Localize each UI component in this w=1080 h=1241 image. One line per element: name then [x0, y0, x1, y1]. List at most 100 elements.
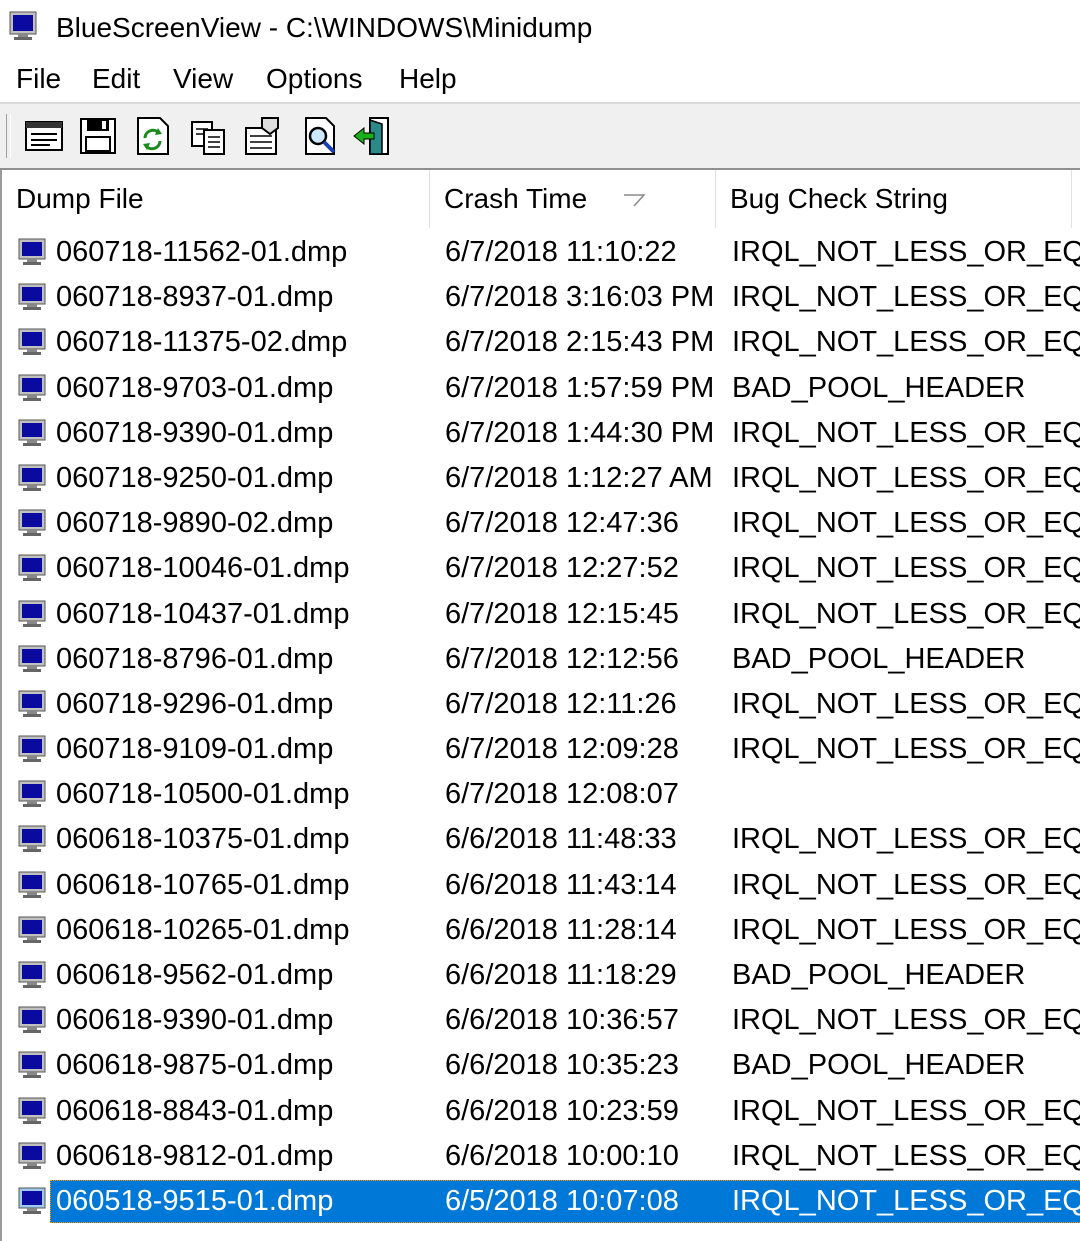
table-row[interactable]: 060718-8796-01.dmp 6/7/2018 12:12:56 BAD_P…	[2, 637, 1080, 682]
column-header-bug-check-string[interactable]: Bug Check String	[716, 170, 1072, 228]
copy-button[interactable]	[186, 114, 230, 158]
cell-dump-file: 060718-9109-01.dmp	[56, 733, 334, 766]
cell-bug-check-string: IRQL_NOT_LESS_OR_EQ	[732, 1184, 1080, 1217]
cell-dump-file: 060618-9562-01.dmp	[56, 959, 334, 991]
table-row[interactable]: 060718-10500-01.dmp 6/7/2018 12:08:07	[2, 772, 1080, 817]
html-report-button[interactable]	[22, 114, 66, 158]
dump-file-icon	[18, 1097, 46, 1124]
table-row[interactable]: 060618-9812-01.dmp 6/6/2018 10:00:10 IRQL_…	[2, 1134, 1080, 1179]
find-icon	[305, 117, 336, 155]
cell-dump-file: 060718-9890-02.dmp	[56, 507, 334, 540]
table-row[interactable]: 060718-9890-02.dmp 6/7/2018 12:47:36 IRQL_…	[2, 501, 1080, 546]
table-row[interactable]: 060718-9390-01.dmp 6/7/2018 1:44:30 PM IRQ…	[2, 411, 1080, 456]
table-row[interactable]: 060718-11375-02.dmp 6/7/2018 2:15:43 PM IR…	[2, 320, 1080, 365]
save-button[interactable]	[76, 114, 120, 158]
cell-crash-time: 6/7/2018 11:10:22	[445, 236, 677, 268]
cell-crash-time: 6/7/2018 1:57:59 PM	[445, 371, 715, 404]
menu-help[interactable]: Help	[399, 62, 457, 96]
table-row[interactable]: 060618-10765-01.dmp 6/6/2018 11:43:14 IRQL…	[2, 863, 1080, 908]
cell-bug-check-string: BAD_POOL_HEADER	[732, 371, 1026, 404]
cell-bug-check-string: IRQL_NOT_LESS_OR_EQ	[732, 1004, 1080, 1037]
dump-file-icon	[18, 690, 46, 717]
table-row[interactable]: 060718-9703-01.dmp 6/7/2018 1:57:59 PM BAD…	[2, 366, 1080, 411]
cell-bug-check-string: IRQL_NOT_LESS_OR_EQ	[732, 552, 1080, 585]
cell-crash-time: 6/6/2018 10:36:57	[445, 1004, 679, 1037]
table-row[interactable]: 060718-9296-01.dmp 6/7/2018 12:11:26 IRQL_…	[2, 682, 1080, 727]
dump-file-icon	[18, 1187, 46, 1214]
cell-crash-time: 6/7/2018 12:15:45	[445, 597, 679, 630]
table-row[interactable]: 060618-9875-01.dmp 6/6/2018 10:35:23 BAD_P…	[2, 1043, 1080, 1088]
table-row[interactable]: 060618-10375-01.dmp 6/6/2018 11:48:33 IRQL…	[2, 817, 1080, 862]
cell-crash-time: 6/7/2018 12:12:56	[445, 642, 679, 675]
properties-icon	[245, 117, 279, 155]
dump-file-icon	[18, 600, 46, 627]
dump-file-icon	[18, 238, 46, 265]
menu-bar: File Edit View Options Help	[0, 56, 1080, 102]
cell-crash-time: 6/7/2018 2:15:43 PM	[445, 326, 715, 359]
sort-descending-icon	[624, 194, 646, 207]
find-button[interactable]	[298, 114, 342, 158]
refresh-button[interactable]	[130, 114, 174, 158]
column-header-dump-file[interactable]: Dump File	[2, 170, 430, 228]
cell-bug-check-string: IRQL_NOT_LESS_OR_EQ	[732, 416, 1080, 449]
cell-bug-check-string: IRQL_NOT_LESS_OR_EQ	[732, 1139, 1080, 1172]
monitor-icon	[9, 11, 37, 40]
cell-crash-time: 6/7/2018 1:44:30 PM	[445, 416, 715, 449]
cell-dump-file: 060618-9390-01.dmp	[56, 1004, 334, 1037]
dump-file-icon	[18, 464, 46, 491]
exit-button[interactable]	[352, 114, 396, 158]
column-header-crash-time[interactable]: Crash Time	[430, 170, 716, 228]
exit-icon	[353, 117, 389, 155]
table-row[interactable]: 060718-11562-01.dmp 6/7/2018 11:10:22 IRQL…	[2, 230, 1080, 275]
dump-file-icon	[18, 283, 46, 311]
dump-file-icon	[18, 374, 46, 401]
toolbar-grip[interactable]	[6, 114, 11, 158]
cell-bug-check-string: IRQL_NOT_LESS_OR_EQ	[732, 597, 1080, 630]
cell-dump-file: 060718-10500-01.dmp	[56, 778, 350, 811]
dump-list[interactable]: Dump File Crash Time Bug Check String 06…	[0, 170, 1080, 1241]
cell-bug-check-string: BAD_POOL_HEADER	[732, 642, 1026, 675]
dump-file-icon	[18, 1142, 46, 1169]
dump-file-icon	[18, 780, 46, 808]
properties-button[interactable]	[240, 114, 284, 158]
dump-file-icon	[18, 916, 46, 943]
dump-file-icon	[18, 328, 46, 356]
menu-view[interactable]: View	[173, 62, 233, 96]
cell-bug-check-string: BAD_POOL_HEADER	[732, 959, 1026, 991]
cell-bug-check-string: IRQL_NOT_LESS_OR_EQ	[732, 326, 1080, 359]
table-row[interactable]: 060618-9390-01.dmp 6/6/2018 10:36:57 IRQL_…	[2, 998, 1080, 1043]
dump-file-icon	[18, 554, 46, 582]
dump-file-icon	[18, 509, 46, 537]
table-row[interactable]: 060518-9515-01.dmp 6/5/2018 10:07:08 IRQL_…	[2, 1179, 1080, 1224]
title-bar: BlueScreenView - C:\WINDOWS\Minidump	[0, 0, 1080, 56]
table-row[interactable]: 060718-9250-01.dmp 6/7/2018 1:12:27 AM IRQ…	[2, 456, 1080, 501]
cell-crash-time: 6/6/2018 10:00:10	[445, 1139, 679, 1172]
table-row[interactable]: 060618-10265-01.dmp 6/6/2018 11:28:14 IRQL…	[2, 908, 1080, 953]
cell-dump-file: 060718-9390-01.dmp	[56, 416, 334, 449]
cell-crash-time: 6/7/2018 12:09:28	[445, 733, 679, 766]
menu-edit[interactable]: Edit	[92, 62, 140, 96]
table-row[interactable]: 060718-8937-01.dmp 6/7/2018 3:16:03 PM IRQ…	[2, 275, 1080, 320]
dump-file-icon	[18, 871, 46, 898]
menu-options[interactable]: Options	[266, 62, 363, 96]
cell-crash-time: 6/7/2018 3:16:03 PM	[445, 281, 715, 314]
cell-crash-time: 6/7/2018 12:11:26	[445, 687, 677, 720]
menu-file[interactable]: File	[16, 62, 61, 96]
html-report-icon	[25, 121, 63, 151]
cell-dump-file: 060718-11375-02.dmp	[56, 326, 348, 359]
cell-dump-file: 060718-9296-01.dmp	[56, 687, 334, 720]
dump-file-icon	[18, 419, 46, 446]
cell-dump-file: 060718-9703-01.dmp	[56, 371, 334, 404]
table-row[interactable]: 060618-9562-01.dmp 6/6/2018 11:18:29 BAD_P…	[2, 953, 1080, 998]
cell-dump-file: 060718-11562-01.dmp	[56, 236, 348, 268]
list-rows: 060718-11562-01.dmp 6/7/2018 11:10:22 IRQL…	[2, 230, 1080, 1224]
table-row[interactable]: 060718-10046-01.dmp 6/7/2018 12:27:52 IRQL…	[2, 546, 1080, 591]
dump-file-icon	[18, 825, 46, 853]
cell-bug-check-string: IRQL_NOT_LESS_OR_EQ	[732, 913, 1080, 946]
refresh-icon	[137, 117, 169, 155]
table-row[interactable]: 060718-10437-01.dmp 6/7/2018 12:15:45 IRQL…	[2, 592, 1080, 637]
table-row[interactable]: 060718-9109-01.dmp 6/7/2018 12:09:28 IRQL_…	[2, 727, 1080, 772]
cell-dump-file: 060618-10765-01.dmp	[56, 868, 350, 901]
table-row[interactable]: 060618-8843-01.dmp 6/6/2018 10:23:59 IRQL_…	[2, 1089, 1080, 1134]
dump-file-icon	[18, 1051, 46, 1079]
